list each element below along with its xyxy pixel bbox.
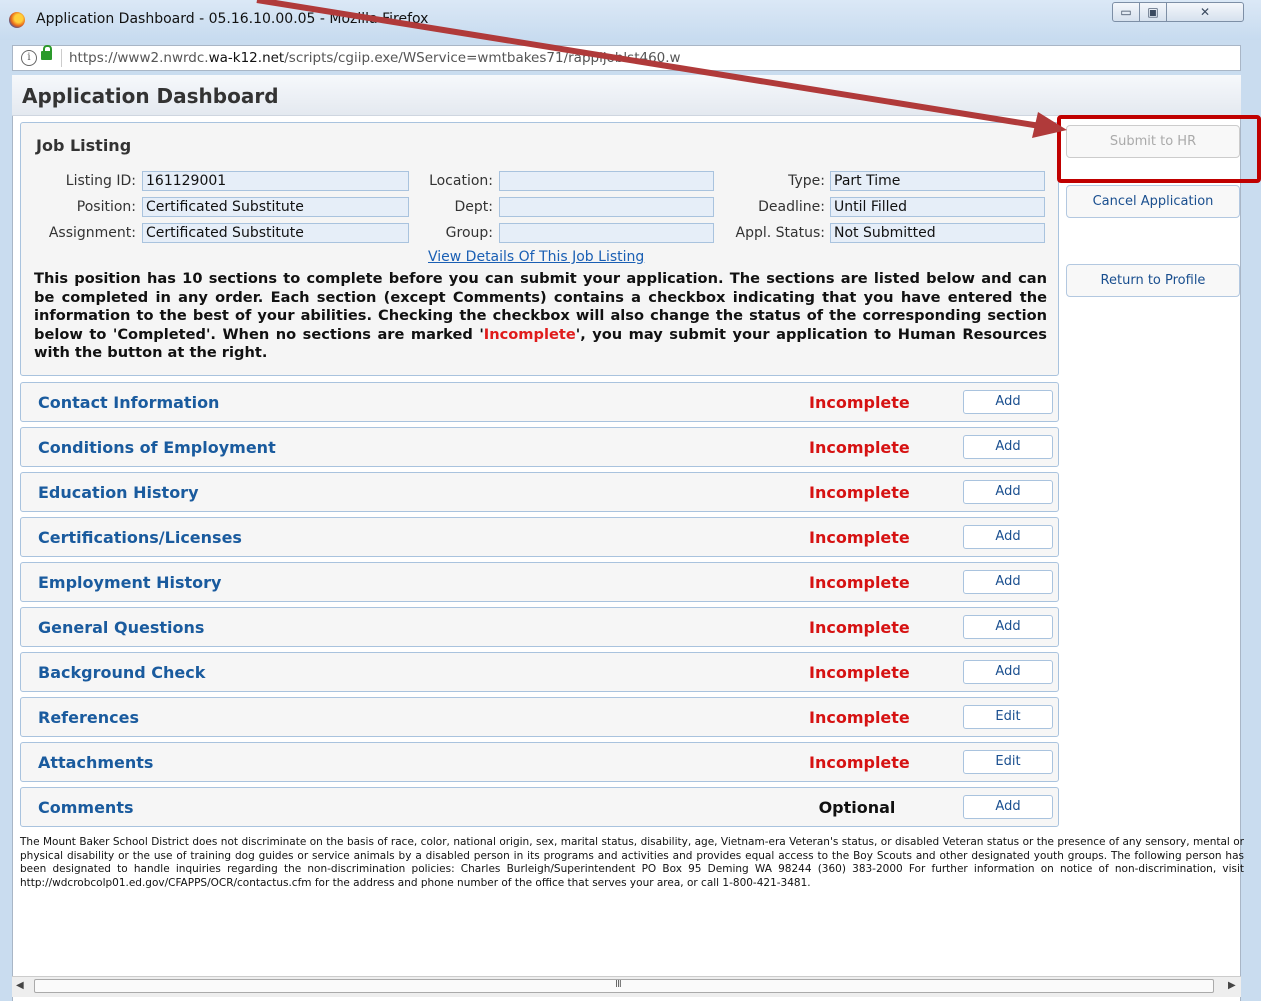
section-name-link[interactable]: Conditions of Employment: [38, 438, 276, 457]
firefox-icon: [9, 12, 25, 28]
section-row: Certifications/Licenses Incomplete Add: [20, 517, 1059, 557]
url-prefix: https://www2.nwrdc.: [69, 50, 209, 66]
return-to-profile-button[interactable]: Return to Profile: [1066, 264, 1240, 297]
deadline-label: Deadline:: [758, 199, 825, 215]
instructions-incomplete-word: Incomplete: [483, 325, 576, 343]
section-status: Incomplete: [809, 483, 910, 502]
annotation-highlight-box: [1057, 115, 1261, 183]
section-name-link[interactable]: References: [38, 708, 139, 727]
scroll-thumb[interactable]: [34, 979, 1214, 993]
section-name-link[interactable]: Contact Information: [38, 393, 219, 412]
section-add-button[interactable]: Add: [963, 525, 1053, 549]
page-title: Application Dashboard: [22, 84, 279, 108]
location-field: [499, 171, 714, 191]
dept-field: [499, 197, 714, 217]
section-row: Employment History Incomplete Add: [20, 562, 1059, 602]
appl-status-field: Not Submitted: [830, 223, 1045, 243]
info-icon[interactable]: i: [21, 50, 37, 66]
section-add-button[interactable]: Add: [963, 795, 1053, 819]
assignment-field: Certificated Substitute: [142, 223, 409, 243]
section-name-link[interactable]: Certifications/Licenses: [38, 528, 242, 547]
section-status: Incomplete: [809, 393, 910, 412]
section-status: Incomplete: [809, 573, 910, 592]
url-separator: [61, 49, 62, 67]
type-label: Type:: [788, 173, 825, 189]
non-discrimination-notice: The Mount Baker School District does not…: [20, 836, 1244, 889]
maximize-button[interactable]: ▣: [1139, 2, 1167, 22]
section-add-button[interactable]: Add: [963, 435, 1053, 459]
position-label: Position:: [76, 199, 136, 215]
section-row: Contact Information Incomplete Add: [20, 382, 1059, 422]
listing-id-label: Listing ID:: [65, 173, 136, 189]
url-suffix: /scripts/cgiip.exe/WService=wmtbakes71/r…: [284, 50, 681, 66]
section-status: Incomplete: [809, 708, 910, 727]
url-text[interactable]: https://www2.nwrdc.wa-k12.net/scripts/cg…: [69, 50, 681, 66]
section-row: Attachments Incomplete Edit: [20, 742, 1059, 782]
section-edit-button[interactable]: Edit: [963, 705, 1053, 729]
appl-status-label: Appl. Status:: [735, 225, 825, 241]
assignment-label: Assignment:: [48, 225, 136, 241]
view-job-details-link[interactable]: View Details Of This Job Listing: [428, 249, 644, 265]
group-label: Group:: [445, 225, 493, 241]
section-name-link[interactable]: Comments: [38, 798, 134, 817]
position-field: Certificated Substitute: [142, 197, 409, 217]
section-name-link[interactable]: Background Check: [38, 663, 205, 682]
section-row: Comments Optional Add: [20, 787, 1059, 827]
section-status: Incomplete: [809, 753, 910, 772]
group-field: [499, 223, 714, 243]
job-instructions: This position has 10 sections to complet…: [34, 270, 1047, 363]
section-add-button[interactable]: Add: [963, 480, 1053, 504]
section-add-button[interactable]: Add: [963, 570, 1053, 594]
section-name-link[interactable]: Education History: [38, 483, 199, 502]
section-add-button[interactable]: Add: [963, 660, 1053, 684]
section-status: Optional: [818, 798, 896, 817]
section-add-button[interactable]: Add: [963, 615, 1053, 639]
section-row: References Incomplete Edit: [20, 697, 1059, 737]
section-name-link[interactable]: Attachments: [38, 753, 153, 772]
cancel-application-button[interactable]: Cancel Application: [1066, 185, 1240, 218]
section-row: Conditions of Employment Incomplete Add: [20, 427, 1059, 467]
minimize-button[interactable]: ▭: [1112, 2, 1140, 22]
section-row: Background Check Incomplete Add: [20, 652, 1059, 692]
close-button[interactable]: ✕: [1166, 2, 1244, 22]
job-listing-heading: Job Listing: [36, 136, 132, 155]
section-status: Incomplete: [809, 618, 910, 637]
location-label: Location:: [429, 173, 493, 189]
window-title: Application Dashboard - 05.16.10.00.05 -…: [36, 11, 429, 27]
section-row: General Questions Incomplete Add: [20, 607, 1059, 647]
listing-id-field: 161129001: [142, 171, 409, 191]
deadline-field: Until Filled: [830, 197, 1045, 217]
type-field: Part Time: [830, 171, 1045, 191]
lock-icon: [41, 45, 52, 60]
dept-label: Dept:: [454, 199, 494, 215]
address-bar[interactable]: i https://www2.nwrdc.wa-k12.net/scripts/…: [12, 45, 1241, 71]
scroll-left-arrow-icon[interactable]: ◀: [16, 980, 24, 991]
section-status: Incomplete: [809, 528, 910, 547]
section-row: Education History Incomplete Add: [20, 472, 1059, 512]
url-domain: wa-k12.net: [208, 50, 285, 66]
section-status: Incomplete: [809, 438, 910, 457]
section-edit-button[interactable]: Edit: [963, 750, 1053, 774]
section-name-link[interactable]: Employment History: [38, 573, 221, 592]
section-status: Incomplete: [809, 663, 910, 682]
section-add-button[interactable]: Add: [963, 390, 1053, 414]
section-name-link[interactable]: General Questions: [38, 618, 204, 637]
scroll-right-arrow-icon[interactable]: ▶: [1228, 980, 1236, 991]
scroll-grip-icon: III: [615, 979, 622, 990]
